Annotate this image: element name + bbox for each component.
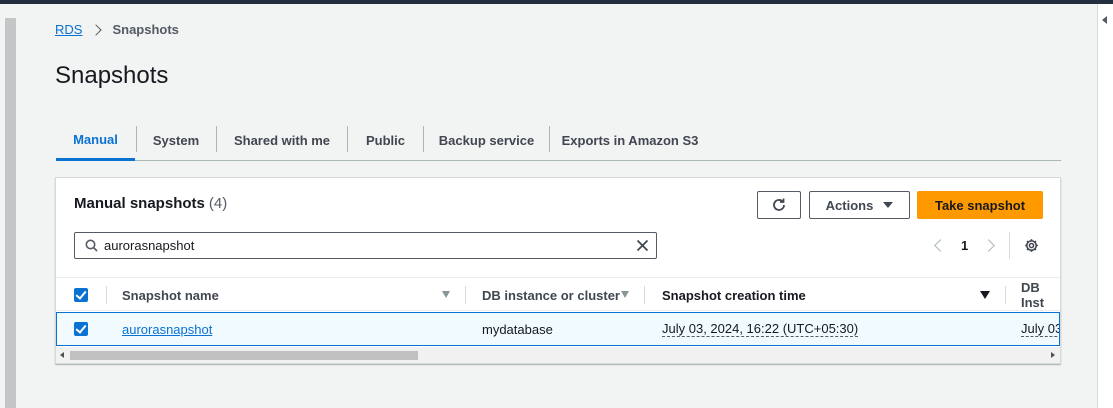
row-checkbox[interactable] (74, 322, 88, 336)
panel-title: Manual snapshots (4) (74, 195, 227, 212)
search-value[interactable]: aurorasnapshot (104, 238, 194, 253)
horizontal-scrollbar[interactable] (56, 347, 1060, 363)
creation-time-cell: July 03, 2024, 16:22 (UTC+05:30) (662, 313, 859, 345)
previous-page-icon[interactable] (934, 238, 947, 252)
pagination: 1 (934, 234, 996, 256)
scroll-left-icon[interactable] (60, 352, 64, 358)
chevron-right-icon (90, 23, 103, 36)
breadcrumb-rds-link[interactable]: RDS (55, 22, 82, 37)
column-header-snapshot-name[interactable]: Snapshot name (122, 278, 219, 312)
take-snapshot-button[interactable]: Take snapshot (917, 191, 1043, 219)
tab-backup-service[interactable]: Backup service (424, 120, 549, 160)
page-title: Snapshots (55, 62, 169, 89)
tab-shared-with-me[interactable]: Shared with me (217, 120, 347, 160)
column-divider (644, 286, 645, 304)
db-instance-cell: mydatabase (482, 321, 553, 337)
next-page-icon[interactable] (982, 238, 996, 252)
refresh-icon (773, 198, 785, 211)
db-inst-value: July 03 (1021, 321, 1059, 337)
tab-exports-s3[interactable]: Exports in Amazon S3 (550, 120, 710, 160)
sort-icon[interactable] (442, 291, 450, 298)
search-icon (85, 239, 98, 252)
tab-manual[interactable]: Manual (56, 120, 135, 161)
table-header: Snapshot name DB instance or cluster Sna… (56, 277, 1060, 311)
db-inst-cell: July 03 (1021, 313, 1059, 345)
pager-divider (1009, 232, 1010, 259)
column-divider (465, 286, 466, 304)
column-divider (106, 286, 107, 304)
column-header-creation-time[interactable]: Snapshot creation time (662, 278, 806, 312)
main-content: RDS Snapshots Snapshots Manual System Sh… (18, 4, 1097, 408)
panel-header: Manual snapshots (4) Actions Take snapsho… (56, 178, 1060, 278)
panel-title-text: Manual snapshots (74, 195, 205, 212)
manual-snapshots-panel: Manual snapshots (4) Actions Take snapsho… (55, 177, 1061, 364)
column-header-db-instance[interactable]: DB instance or cluster (482, 278, 620, 312)
actions-dropdown-button[interactable]: Actions (809, 191, 910, 219)
sort-descending-icon[interactable] (980, 291, 990, 299)
left-scrollbar[interactable] (0, 4, 18, 408)
right-panel-strip (1097, 4, 1113, 408)
tab-system[interactable]: System (137, 120, 215, 160)
table-row[interactable]: aurorasnapshot mydatabase July 03, 2024,… (56, 312, 1060, 346)
sort-icon[interactable] (621, 291, 629, 298)
caret-down-icon (883, 202, 894, 208)
collapse-arrow-icon[interactable] (1102, 16, 1107, 24)
left-scrollbar-thumb[interactable] (5, 18, 16, 408)
actions-label: Actions (825, 197, 874, 213)
snapshot-name-link[interactable]: aurorasnapshot (122, 313, 212, 345)
snapshot-tabs: Manual System Shared with me Public Back… (56, 120, 1061, 161)
refresh-button[interactable] (757, 191, 801, 219)
select-all-checkbox[interactable] (74, 288, 88, 302)
search-input[interactable]: aurorasnapshot (74, 232, 657, 259)
tab-public[interactable]: Public (348, 120, 423, 160)
horizontal-scrollbar-thumb[interactable] (70, 351, 418, 360)
breadcrumb: RDS Snapshots (55, 22, 179, 37)
gear-icon[interactable] (1024, 238, 1039, 253)
clear-icon[interactable] (635, 238, 650, 253)
creation-time-value: July 03, 2024, 16:22 (UTC+05:30) (662, 321, 859, 337)
snapshot-count: (4) (208, 195, 228, 212)
column-header-db-inst[interactable]: DB Inst (1021, 278, 1060, 312)
breadcrumb-current: Snapshots (112, 22, 179, 37)
scroll-right-icon[interactable] (1051, 352, 1055, 358)
column-divider (1005, 286, 1006, 304)
current-page[interactable]: 1 (961, 238, 968, 253)
